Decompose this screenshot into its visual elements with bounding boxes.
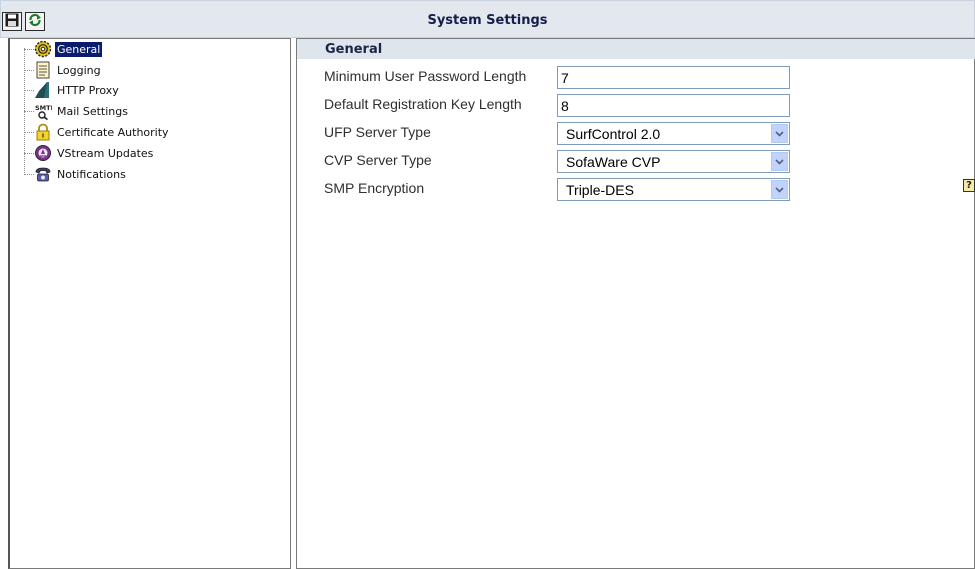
cvp-server-type-label: CVP Server Type xyxy=(324,152,432,168)
tree-item-label: Notifications xyxy=(57,167,126,181)
tree-item-label: Mail Settings xyxy=(57,104,128,118)
section-title: General xyxy=(325,42,383,57)
settings-tree: General Logging HTTP Proxy SMT Mail Sett… xyxy=(8,38,291,569)
gear-icon xyxy=(34,40,52,58)
tree-item-label: General xyxy=(55,41,103,57)
document-icon xyxy=(34,61,52,79)
chevron-down-icon[interactable] xyxy=(771,152,788,171)
tree-item-notifications[interactable]: Notifications xyxy=(24,164,128,184)
min-password-length-label: Minimum User Password Length xyxy=(324,68,527,84)
smp-encryption-select[interactable]: Triple-DES xyxy=(557,178,790,201)
chevron-down-icon[interactable] xyxy=(771,180,788,199)
tree-item-logging[interactable]: Logging xyxy=(24,60,103,80)
cvp-server-type-value: SofaWare CVP xyxy=(566,154,661,170)
updates-icon xyxy=(34,144,52,162)
help-icon[interactable]: ? xyxy=(963,179,975,192)
proxy-icon xyxy=(34,81,52,99)
chevron-down-icon[interactable] xyxy=(771,124,788,143)
ufp-server-type-label: UFP Server Type xyxy=(324,124,431,140)
registration-key-length-label: Default Registration Key Length xyxy=(324,96,522,112)
tree-item-label: HTTP Proxy xyxy=(57,83,119,97)
telephone-icon xyxy=(34,165,52,183)
cvp-server-type-select[interactable]: SofaWare CVP xyxy=(557,150,790,173)
window-title: System Settings xyxy=(427,13,548,28)
section-header: General xyxy=(297,39,975,59)
ufp-server-type-value: SurfControl 2.0 xyxy=(566,126,661,142)
title-bar: System Settings xyxy=(0,0,975,38)
tree-item-label: VStream Updates xyxy=(57,146,154,160)
min-password-length-input[interactable]: 7 xyxy=(557,66,790,89)
smtp-mail-icon: SMTP xyxy=(34,102,52,120)
svg-text:SMTP: SMTP xyxy=(35,104,52,112)
tree-item-http-proxy[interactable]: HTTP Proxy xyxy=(24,80,121,100)
registration-key-length-input[interactable]: 8 xyxy=(557,94,790,117)
tree-item-general[interactable]: General xyxy=(24,39,103,59)
tree-item-label: Certificate Authority xyxy=(57,125,169,139)
smp-encryption-label: SMP Encryption xyxy=(324,180,425,196)
settings-panel: General Minimum User Password Length 7 D… xyxy=(296,38,975,569)
ufp-server-type-select[interactable]: SurfControl 2.0 xyxy=(557,122,790,145)
padlock-icon xyxy=(34,123,52,141)
tree-item-certificate-authority[interactable]: Certificate Authority xyxy=(24,122,171,142)
tree-item-label: Logging xyxy=(57,63,101,77)
system-settings-window: System Settings General Logging HTTP Pro… xyxy=(0,0,975,569)
tree-item-vstream-updates[interactable]: VStream Updates xyxy=(24,143,155,163)
smp-encryption-value: Triple-DES xyxy=(566,182,634,198)
tree-item-mail-settings[interactable]: SMTP Mail Settings xyxy=(24,101,130,121)
